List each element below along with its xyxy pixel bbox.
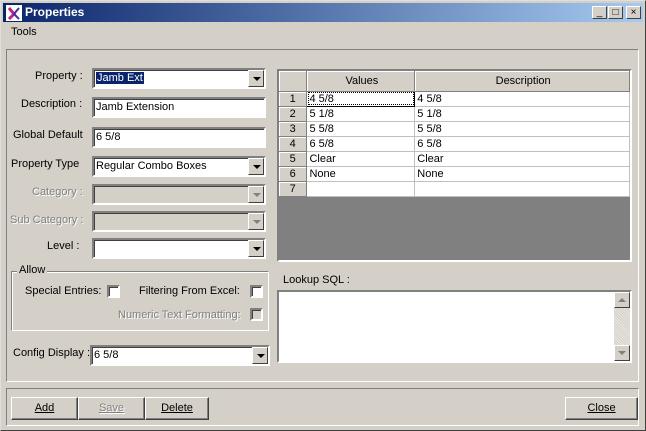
table-row[interactable]: 6 None None — [279, 166, 630, 182]
row-header[interactable]: 3 — [279, 121, 308, 137]
lookup-sql-label: Lookup SQL : — [283, 274, 350, 286]
special-entries-label: Special Entries: — [25, 285, 102, 297]
row-header[interactable]: 5 — [279, 151, 308, 167]
window-title: Properties — [25, 5, 85, 19]
menu-tools[interactable]: Tools — [11, 26, 37, 38]
description-input[interactable]: Jamb Extension — [92, 97, 266, 118]
table-row[interactable]: 7 — [279, 181, 630, 197]
row-header[interactable]: 6 — [279, 166, 308, 182]
global-default-value: 6 5/8 — [96, 131, 121, 143]
property-type-select[interactable]: Regular Combo Boxes — [92, 156, 266, 177]
description-cell[interactable]: None — [414, 166, 630, 182]
title-bar[interactable]: Properties _ □ × — [3, 3, 643, 22]
row-header[interactable]: 7 — [279, 181, 308, 197]
scroll-up-icon[interactable] — [614, 292, 630, 308]
value-cell[interactable]: 5 1/8 — [306, 106, 416, 122]
table-row[interactable]: 35 5/8 5 5/8 — [279, 121, 630, 137]
allow-group: Allow — [11, 264, 269, 331]
description-value: Jamb Extension — [96, 101, 175, 113]
chevron-down-icon[interactable] — [248, 213, 264, 230]
special-entries-checkbox[interactable] — [107, 285, 120, 298]
row-header[interactable]: 2 — [279, 106, 308, 122]
config-display-select[interactable]: 6 5/8 — [90, 345, 270, 366]
row-header[interactable]: 4 — [279, 136, 308, 152]
close-window-button[interactable]: × — [626, 6, 641, 19]
value-cell[interactable]: Clear — [306, 151, 416, 167]
property-label: Property : — [35, 70, 83, 82]
table-row[interactable]: 14 5/8 4 5/8 — [279, 90, 630, 107]
properties-window: Properties _ □ × Tools Property : Jamb E… — [0, 0, 646, 431]
global-default-input[interactable]: 6 5/8 — [92, 127, 266, 148]
value-cell[interactable]: 4 5/8 — [306, 90, 416, 107]
app-icon — [6, 5, 22, 21]
level-label: Level : — [47, 240, 80, 252]
description-cell[interactable]: 6 5/8 — [414, 136, 630, 152]
numeric-text-formatting-checkbox[interactable] — [250, 308, 263, 321]
close-button[interactable]: Close — [565, 397, 638, 420]
add-button[interactable]: Add — [11, 397, 78, 420]
level-select[interactable] — [92, 238, 266, 259]
scroll-down-icon[interactable] — [614, 345, 630, 361]
chevron-down-icon[interactable] — [248, 158, 264, 175]
chevron-down-icon[interactable] — [252, 347, 268, 364]
value-cell[interactable]: 5 5/8 — [306, 121, 416, 137]
add-button-label: Add — [34, 402, 55, 414]
description-cell[interactable]: 4 5/8 — [414, 91, 630, 107]
lookup-sql-scrollbar[interactable] — [614, 292, 630, 361]
sub-category-select[interactable] — [92, 211, 266, 232]
filtering-from-excel-checkbox[interactable] — [250, 285, 263, 298]
description-cell[interactable]: 5 1/8 — [414, 106, 630, 122]
description-cell[interactable]: 5 5/8 — [414, 121, 630, 137]
config-display-value: 6 5/8 — [94, 349, 119, 361]
delete-button[interactable]: Delete — [145, 397, 209, 420]
category-label: Category : — [32, 186, 83, 198]
lookup-sql-textarea[interactable] — [277, 290, 632, 363]
description-label: Description : — [21, 98, 83, 110]
chevron-down-icon[interactable] — [248, 240, 264, 257]
column-header-description[interactable]: Description — [414, 71, 630, 92]
allow-legend: Allow — [17, 264, 48, 276]
column-header-values[interactable]: Values — [306, 71, 416, 92]
sub-category-label: Sub Category : — [10, 214, 84, 226]
description-cell[interactable] — [414, 181, 630, 197]
table-row[interactable]: 5 Clear Clear — [279, 151, 630, 167]
property-value: Jamb Ext — [96, 72, 144, 84]
grid-corner — [279, 71, 308, 92]
property-select[interactable]: Jamb Ext — [92, 68, 266, 89]
numeric-text-formatting-label: Numeric Text Formatting: — [118, 309, 241, 321]
row-header[interactable]: 1 — [279, 91, 308, 107]
minimize-button[interactable]: _ — [592, 6, 607, 19]
maximize-button[interactable]: □ — [608, 6, 623, 19]
config-display-label: Config Display : — [13, 347, 91, 359]
chevron-down-icon[interactable] — [248, 186, 264, 203]
values-grid[interactable]: Values Description 14 5/8 4 5/8 2 5 1/8 5 1/… — [277, 69, 632, 262]
value-cell[interactable] — [306, 181, 416, 197]
value-cell[interactable]: 6 5/8 — [306, 136, 416, 152]
category-select[interactable] — [92, 184, 266, 205]
value-cell[interactable]: None — [306, 166, 416, 182]
table-row[interactable]: 25 1/8 5 1/8 — [279, 106, 630, 122]
delete-button-label: Delete — [161, 402, 193, 414]
filtering-from-excel-label: Filtering From Excel: — [139, 285, 240, 297]
description-cell[interactable]: Clear — [414, 151, 630, 167]
close-button-label: Close — [587, 402, 616, 414]
table-row[interactable]: 46 5/8 6 5/8 — [279, 136, 630, 152]
chevron-down-icon[interactable] — [248, 70, 264, 87]
property-type-label: Property Type — [11, 158, 80, 170]
save-button-label: Save — [98, 402, 125, 414]
global-default-label: Global Default — [13, 129, 83, 141]
property-type-value: Regular Combo Boxes — [96, 160, 207, 172]
save-button[interactable]: Save — [78, 397, 145, 420]
